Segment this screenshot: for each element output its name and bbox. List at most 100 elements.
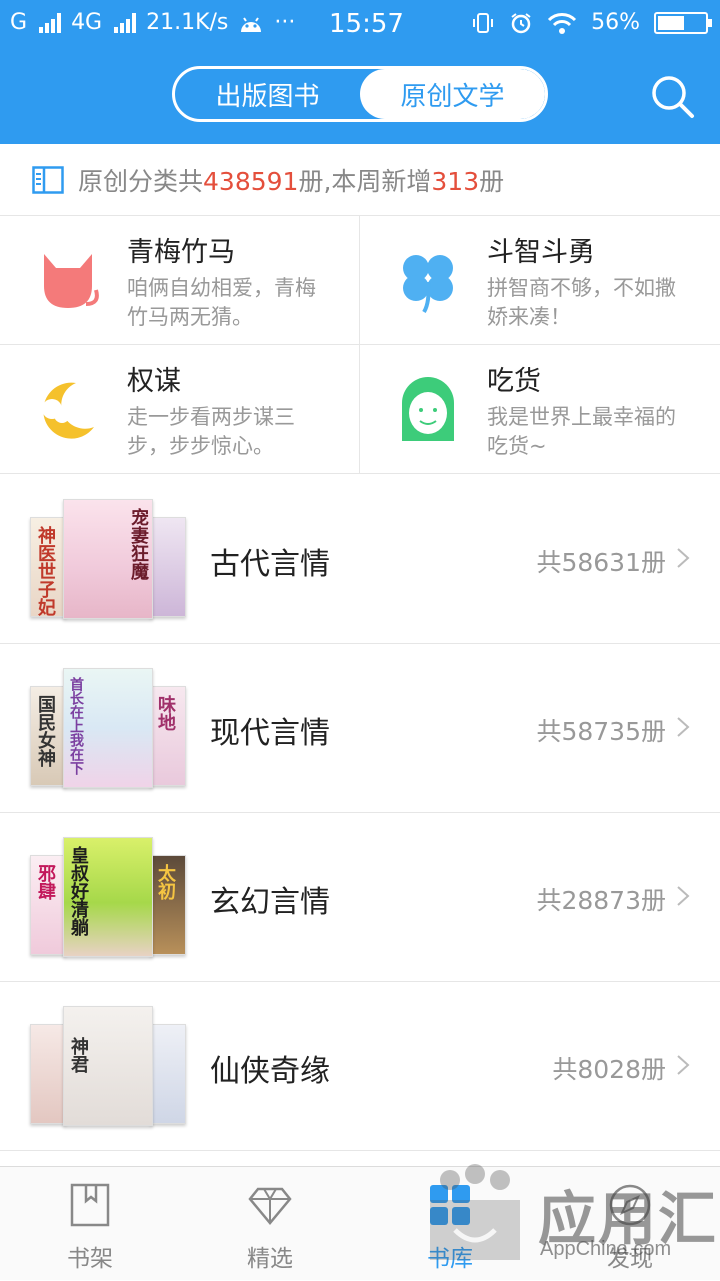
cover-title: 首长在上我在下: [68, 677, 84, 775]
status-left: G 4G 21.1K/s ···: [10, 10, 295, 35]
theme-card-foodie[interactable]: 吃货 我是世界上最幸福的吃货~: [360, 345, 720, 474]
book-cover: 首长在上我在下: [63, 668, 153, 788]
battery-percent: 56%: [591, 10, 640, 35]
tab-original-literature[interactable]: 原创文学: [360, 69, 545, 119]
book-cover: 皇叔好清躺: [63, 837, 153, 957]
summary-prefix: 原创分类共: [78, 166, 204, 196]
chevron-right-icon: [677, 548, 690, 568]
android-icon: [241, 16, 262, 32]
nav-featured[interactable]: 精选: [210, 1167, 330, 1281]
total-count: 438591: [203, 166, 299, 196]
signal-icon: [39, 12, 62, 33]
cover-title: 味地: [155, 695, 176, 731]
cover-title: 邪肆: [35, 864, 56, 900]
new-count: 313: [431, 166, 480, 196]
category-count: 共8028册: [552, 1055, 666, 1084]
cover-title: 神君: [68, 1037, 89, 1073]
nav-library[interactable]: 书库: [390, 1167, 510, 1281]
category-row-fantasy-romance[interactable]: 邪肆 皇叔好清躺 太初 玄幻言情 共28873册: [0, 813, 720, 982]
chevron-right-icon: [677, 717, 690, 737]
book-cover: [30, 1024, 66, 1124]
category-count: 共58631册: [536, 548, 666, 577]
theme-title: 斗智斗勇: [487, 237, 595, 268]
book-cover: [150, 517, 186, 617]
carrier-2: 4G: [71, 10, 103, 35]
theme-card-childhood-sweethearts[interactable]: 青梅竹马 咱俩自幼相爱，青梅竹马两无猜。: [0, 216, 360, 345]
open-book-icon: [32, 165, 64, 194]
category-summary: 原创分类共438591册,本周新增313册: [0, 144, 720, 216]
top-header: 出版图书 原创文学: [0, 48, 720, 144]
nav-label: 书架: [67, 1246, 113, 1272]
summary-suffix: 册: [479, 166, 505, 196]
theme-description: 咱俩自幼相爱，青梅竹马两无猜。: [127, 276, 316, 329]
status-right: 56%: [471, 10, 712, 35]
nav-label: 书库: [427, 1246, 473, 1272]
vibrate-icon: [473, 12, 494, 33]
source-toggle: 出版图书 原创文学: [172, 66, 548, 122]
nav-bookshelf[interactable]: 书架: [30, 1167, 150, 1281]
category-row-xianxia-romance[interactable]: 神君 仙侠奇缘 共8028册: [0, 982, 720, 1151]
tab-published-books[interactable]: 出版图书: [175, 69, 360, 119]
bottom-navigation: 书架 精选 书库 发现: [0, 1166, 720, 1280]
book-cover: 神医世子妃: [30, 517, 66, 617]
alarm-icon: [511, 12, 531, 33]
category-row-ancient-romance[interactable]: 神医世子妃 宠妻狂魔 古代言情 共58631册: [0, 475, 720, 644]
category-row-modern-romance[interactable]: 国民女神 首长在上我在下 味地 现代言情 共58735册: [0, 644, 720, 813]
theme-title: 吃货: [487, 366, 541, 397]
category-count: 共28873册: [536, 886, 666, 915]
category-count: 共58735册: [536, 717, 666, 746]
nav-label: 精选: [247, 1246, 293, 1272]
nav-discover[interactable]: 发现: [570, 1167, 690, 1281]
book-cover: 邪肆: [30, 855, 66, 955]
compass-icon: [609, 1184, 651, 1226]
book-cover: 太初: [150, 855, 186, 955]
chevron-right-icon: [677, 886, 690, 906]
theme-description: 我是世界上最幸福的吃货~: [487, 405, 676, 458]
book-cover: 国民女神: [30, 686, 66, 786]
search-icon[interactable]: [648, 72, 696, 120]
cover-stack: 神君: [30, 1006, 186, 1126]
cover-stack: 邪肆 皇叔好清躺 太初: [30, 837, 186, 957]
cover-stack: 国民女神 首长在上我在下 味地: [30, 668, 186, 788]
theme-title: 青梅竹马: [127, 237, 235, 268]
category-name: 仙侠奇缘: [210, 1054, 330, 1089]
carrier-1: G: [10, 10, 28, 35]
clock: 15:57: [329, 9, 404, 39]
network-speed: 21.1K/s: [146, 10, 229, 35]
cover-title: 宠妻狂魔: [128, 508, 149, 580]
chevron-right-icon: [677, 1055, 690, 1075]
theme-description: 走一步看两步谋三步，步步惊心。: [127, 405, 295, 458]
cover-title: 太初: [155, 864, 176, 900]
cover-title: 神医世子妃: [35, 526, 56, 616]
nav-label: 发现: [607, 1246, 653, 1272]
theme-title: 权谋: [127, 366, 181, 397]
theme-card-power-scheme[interactable]: 权谋 走一步看两步谋三步，步步惊心。: [0, 345, 360, 474]
theme-card-battle-of-wits[interactable]: 斗智斗勇 拼智商不够，不如撒娇来凑！: [360, 216, 720, 345]
category-name: 玄幻言情: [210, 885, 330, 920]
moon-icon: [42, 382, 94, 439]
clover-icon: [403, 255, 453, 314]
signal-icon-2: [114, 12, 137, 33]
cat-icon: [44, 254, 99, 308]
girl-face-icon: [402, 377, 454, 441]
category-name: 现代言情: [210, 716, 330, 751]
book-cover: 宠妻狂魔: [63, 499, 153, 619]
summary-text: 原创分类共438591册,本周新增313册: [78, 162, 504, 198]
wifi-icon: [548, 12, 577, 34]
status-bar: G 4G 21.1K/s ··· 15:57 56%: [0, 0, 720, 48]
book-cover: [150, 1024, 186, 1124]
bookmark-book-icon: [70, 1183, 110, 1227]
more-notifications: ···: [274, 10, 296, 35]
book-cover: 味地: [150, 686, 186, 786]
library-grid-icon: [430, 1185, 470, 1225]
category-name: 古代言情: [210, 547, 330, 582]
diamond-icon: [248, 1187, 292, 1225]
battery-icon: [654, 11, 712, 34]
cover-title: 皇叔好清躺: [68, 846, 89, 936]
summary-middle: 册,本周新增: [298, 166, 432, 196]
theme-description: 拼智商不够，不如撒娇来凑！: [487, 276, 676, 329]
theme-grid: 青梅竹马 咱俩自幼相爱，青梅竹马两无猜。 斗智斗勇 拼智商不够，不如撒娇来凑！ …: [0, 216, 720, 474]
book-cover: 神君: [63, 1006, 153, 1126]
cover-stack: 神医世子妃 宠妻狂魔: [30, 499, 186, 619]
cover-title: 国民女神: [35, 695, 56, 767]
